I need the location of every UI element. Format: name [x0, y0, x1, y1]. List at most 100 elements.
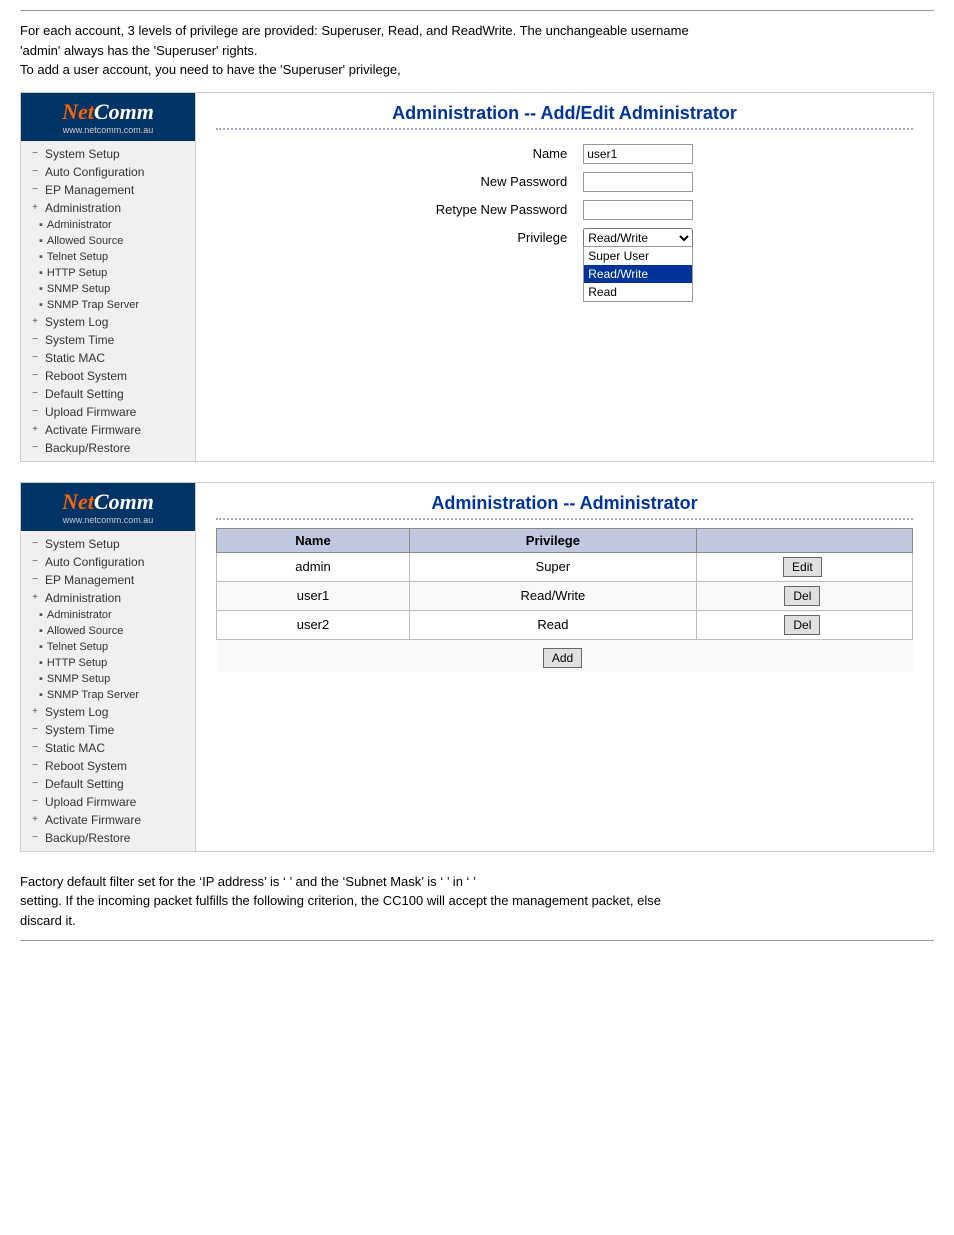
intro-text: For each account, 3 levels of privilege …	[20, 21, 934, 80]
circle-minus-icon: −	[29, 742, 41, 754]
sidebar-item-system-setup[interactable]: − System Setup	[21, 145, 195, 163]
sidebar-2-scroll[interactable]: − System Setup − Auto Configuration − EP…	[21, 531, 195, 851]
panel-add-edit: NetComm www.netcomm.com.au − System Setu…	[20, 92, 934, 462]
privilege-label: Privilege	[428, 224, 576, 252]
sidebar-item-upload[interactable]: − Upload Firmware	[21, 403, 195, 421]
row-actions: Del	[696, 610, 912, 639]
table-row: admin Super Edit	[217, 552, 913, 581]
sidebar2-item-default[interactable]: − Default Setting	[21, 775, 195, 793]
sidebar-item-activate[interactable]: + Activate Firmware	[21, 421, 195, 439]
sidebar2-item-system-log[interactable]: + System Log	[21, 703, 195, 721]
del-button[interactable]: Del	[784, 586, 820, 606]
sidebar-item-http-setup[interactable]: HTTP Setup	[21, 265, 195, 281]
sidebar2-item-telnet-setup[interactable]: Telnet Setup	[21, 639, 195, 655]
row-privilege: Super	[409, 552, 696, 581]
form-actions-label	[428, 252, 576, 280]
privilege-cell: Read/Write Super User Read Super User Re…	[575, 224, 701, 252]
sidebar2-item-snmp-setup[interactable]: SNMP Setup	[21, 671, 195, 687]
add-row: Add	[217, 639, 913, 672]
retype-cell	[575, 196, 701, 224]
sidebar2-item-system-setup[interactable]: − System Setup	[21, 535, 195, 553]
sidebar-1-scroll[interactable]: − System Setup − Auto Configuration − EP…	[21, 141, 195, 461]
admin-table: Name Privilege admin Super Edit user1	[216, 528, 913, 672]
sidebar-2: NetComm www.netcomm.com.au − System Setu…	[21, 483, 196, 851]
circle-plus-icon: +	[29, 592, 41, 604]
name-input[interactable]	[583, 144, 693, 164]
row-name: admin	[217, 552, 410, 581]
sidebar-item-snmp-setup[interactable]: SNMP Setup	[21, 281, 195, 297]
circle-minus-icon: −	[29, 556, 41, 568]
name-label: Name	[428, 140, 576, 168]
sidebar2-item-administrator[interactable]: Administrator	[21, 607, 195, 623]
circle-minus-icon: −	[29, 184, 41, 196]
sidebar-item-administrator[interactable]: Administrator	[21, 217, 195, 233]
col-privilege: Privilege	[409, 528, 696, 552]
footer-text: Factory default filter set for the ‘IP a…	[20, 872, 934, 931]
circle-minus-icon: −	[29, 406, 41, 418]
sidebar-item-default[interactable]: − Default Setting	[21, 385, 195, 403]
privilege-dropdown[interactable]: Read/Write Super User Read Super User Re…	[583, 228, 693, 248]
circle-plus-icon: +	[29, 814, 41, 826]
circle-minus-icon: −	[29, 370, 41, 382]
option-super-user[interactable]: Super User	[584, 247, 692, 265]
sidebar2-item-allowed-source[interactable]: Allowed Source	[21, 623, 195, 639]
circle-plus-icon: +	[29, 202, 41, 214]
sidebar-item-backup[interactable]: − Backup/Restore	[21, 439, 195, 457]
sidebar2-item-administration[interactable]: + Administration	[21, 589, 195, 607]
circle-minus-icon: −	[29, 442, 41, 454]
sidebar2-item-backup[interactable]: − Backup/Restore	[21, 829, 195, 847]
sidebar2-item-ep-mgmt[interactable]: − EP Management	[21, 571, 195, 589]
main-content-1: Administration -- Add/Edit Administrator…	[196, 93, 933, 461]
sidebar2-item-http-setup[interactable]: HTTP Setup	[21, 655, 195, 671]
col-name: Name	[217, 528, 410, 552]
sidebar-item-system-log[interactable]: + System Log	[21, 313, 195, 331]
privilege-dropdown-list[interactable]: Super User Read/Write Read	[583, 246, 693, 302]
sidebar-item-telnet-setup[interactable]: Telnet Setup	[21, 249, 195, 265]
sidebar-item-auto-config[interactable]: − Auto Configuration	[21, 163, 195, 181]
row-actions: Edit	[696, 552, 912, 581]
sidebar-item-reboot[interactable]: − Reboot System	[21, 367, 195, 385]
row-privilege: Read/Write	[409, 581, 696, 610]
edit-button[interactable]: Edit	[783, 557, 822, 577]
sidebar2-item-static-mac[interactable]: − Static MAC	[21, 739, 195, 757]
table-row: user2 Read Del	[217, 610, 913, 639]
circle-minus-icon: −	[29, 796, 41, 808]
new-password-label: New Password	[428, 168, 576, 196]
circle-minus-icon: −	[29, 148, 41, 160]
option-read-write[interactable]: Read/Write	[584, 265, 692, 283]
option-read[interactable]: Read	[584, 283, 692, 301]
sidebar2-item-snmp-trap[interactable]: SNMP Trap Server	[21, 687, 195, 703]
new-password-input[interactable]	[583, 172, 693, 192]
sidebar2-item-auto-config[interactable]: − Auto Configuration	[21, 553, 195, 571]
circle-minus-icon: −	[29, 778, 41, 790]
retype-input[interactable]	[583, 200, 693, 220]
sidebar2-item-activate[interactable]: + Activate Firmware	[21, 811, 195, 829]
sidebar-item-system-time[interactable]: − System Time	[21, 331, 195, 349]
circle-minus-icon: −	[29, 832, 41, 844]
circle-minus-icon: −	[29, 760, 41, 772]
circle-plus-icon: +	[29, 316, 41, 328]
section-title-1: Administration -- Add/Edit Administrator	[216, 103, 913, 130]
circle-minus-icon: −	[29, 166, 41, 178]
sidebar-item-snmp-trap[interactable]: SNMP Trap Server	[21, 297, 195, 313]
circle-minus-icon: −	[29, 388, 41, 400]
circle-plus-icon: +	[29, 706, 41, 718]
sidebar-1: NetComm www.netcomm.com.au − System Setu…	[21, 93, 196, 461]
sidebar-item-ep-mgmt[interactable]: − EP Management	[21, 181, 195, 199]
del-button[interactable]: Del	[784, 615, 820, 635]
logo-1: NetComm www.netcomm.com.au	[21, 93, 195, 141]
sidebar2-item-reboot[interactable]: − Reboot System	[21, 757, 195, 775]
sidebar-item-administration[interactable]: + Administration	[21, 199, 195, 217]
sidebar-item-allowed-source[interactable]: Allowed Source	[21, 233, 195, 249]
sidebar2-item-upload[interactable]: − Upload Firmware	[21, 793, 195, 811]
col-actions	[696, 528, 912, 552]
sidebar2-item-system-time[interactable]: − System Time	[21, 721, 195, 739]
circle-minus-icon: −	[29, 352, 41, 364]
row-name: user2	[217, 610, 410, 639]
privilege-select[interactable]: Read/Write Super User Read	[583, 228, 693, 248]
sidebar-item-static-mac[interactable]: − Static MAC	[21, 349, 195, 367]
add-button[interactable]: Add	[543, 648, 582, 668]
table-row: user1 Read/Write Del	[217, 581, 913, 610]
retype-label: Retype New Password	[428, 196, 576, 224]
row-privilege: Read	[409, 610, 696, 639]
